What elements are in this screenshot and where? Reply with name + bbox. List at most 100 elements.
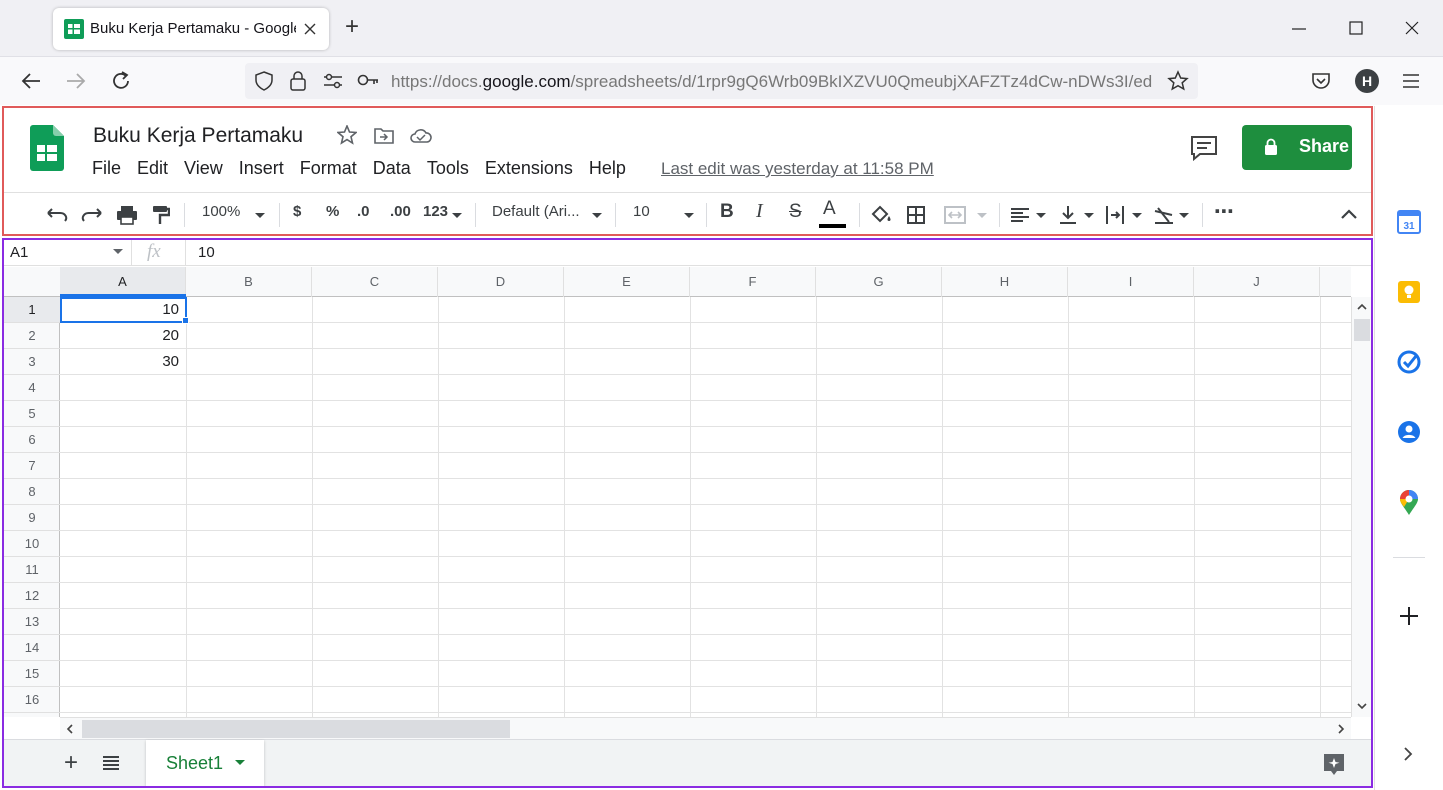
all-sheets-icon[interactable] (102, 756, 120, 770)
print-icon[interactable] (116, 205, 138, 225)
column-header-c[interactable]: C (312, 267, 438, 297)
row-header-13[interactable]: 13 (4, 609, 60, 635)
reload-icon[interactable] (111, 71, 131, 91)
menu-tools[interactable]: Tools (427, 158, 477, 182)
menu-data[interactable]: Data (373, 158, 419, 182)
sheets-logo-icon[interactable] (30, 125, 64, 171)
menu-hamburger-icon[interactable] (1402, 73, 1420, 89)
scroll-up-icon[interactable] (1357, 303, 1367, 310)
redo-icon[interactable] (81, 207, 103, 223)
vertical-scrollbar[interactable] (1351, 297, 1371, 717)
menu-format[interactable]: Format (300, 158, 365, 182)
chevron-down-icon[interactable] (452, 213, 462, 219)
menu-edit[interactable]: Edit (137, 158, 176, 182)
horizontal-align-icon[interactable] (1010, 207, 1030, 223)
row-header-1[interactable]: 1 (4, 297, 60, 323)
back-icon[interactable] (21, 72, 41, 90)
move-folder-icon[interactable] (374, 127, 394, 144)
formula-input[interactable]: 10 (198, 244, 215, 261)
vertical-scroll-thumb[interactable] (1354, 319, 1370, 341)
chevron-down-icon[interactable] (113, 249, 123, 255)
fill-color-icon[interactable] (870, 205, 892, 225)
column-header-h[interactable]: H (942, 267, 1068, 297)
italic-button[interactable]: I (756, 200, 763, 223)
column-header-a[interactable]: A (60, 267, 186, 297)
document-title[interactable]: Buku Kerja Pertamaku (93, 124, 303, 148)
more-options-button[interactable]: ⋯ (1214, 199, 1234, 224)
row-header-12[interactable]: 12 (4, 583, 60, 609)
chevron-down-icon[interactable] (1084, 213, 1094, 219)
window-close-icon[interactable] (1405, 21, 1419, 35)
row-header-8[interactable]: 8 (4, 479, 60, 505)
zoom-select[interactable]: 100% (202, 203, 240, 220)
horizontal-scrollbar[interactable] (60, 717, 1351, 739)
maximize-icon[interactable] (1349, 21, 1363, 35)
scroll-down-icon[interactable] (1357, 703, 1367, 710)
shield-icon[interactable] (255, 71, 273, 91)
column-header-e[interactable]: E (564, 267, 690, 297)
comments-icon[interactable] (1190, 135, 1218, 161)
cloud-status-icon[interactable] (410, 128, 432, 143)
column-header-i[interactable]: I (1068, 267, 1194, 297)
cell-a2[interactable]: 20 (60, 323, 182, 349)
name-box[interactable]: A1 (10, 244, 28, 261)
column-header-f[interactable]: F (690, 267, 816, 297)
scroll-right-icon[interactable] (1338, 724, 1345, 734)
scroll-left-icon[interactable] (66, 724, 73, 734)
lock-icon[interactable] (290, 71, 306, 91)
menu-extensions[interactable]: Extensions (485, 158, 581, 182)
chevron-down-icon[interactable] (1036, 213, 1046, 219)
row-header-16[interactable]: 16 (4, 687, 60, 713)
horizontal-scroll-thumb[interactable] (82, 720, 510, 738)
row-header-6[interactable]: 6 (4, 427, 60, 453)
decrease-decimal-button[interactable]: .0 (357, 203, 370, 220)
tasks-icon[interactable] (1397, 350, 1421, 374)
text-wrapping-icon[interactable] (1105, 205, 1125, 225)
column-header-j[interactable]: J (1194, 267, 1320, 297)
paint-format-icon[interactable] (152, 205, 170, 225)
url-text[interactable]: https://docs.google.com/spreadsheets/d/1… (391, 72, 1161, 92)
chevron-down-icon[interactable] (592, 213, 602, 219)
menu-help[interactable]: Help (589, 158, 634, 182)
permissions-icon[interactable] (323, 73, 343, 89)
row-header-14[interactable]: 14 (4, 635, 60, 661)
address-bar[interactable]: https://docs.google.com/spreadsheets/d/1… (245, 63, 1198, 99)
column-header-b[interactable]: B (186, 267, 312, 297)
currency-format-button[interactable]: $ (293, 203, 301, 220)
borders-icon[interactable] (907, 206, 925, 224)
undo-icon[interactable] (46, 207, 68, 223)
key-icon[interactable] (357, 73, 379, 87)
close-tab-icon[interactable] (304, 23, 316, 35)
chevron-down-icon[interactable] (1179, 213, 1189, 219)
chevron-down-icon[interactable] (255, 213, 265, 219)
add-addon-icon[interactable] (1399, 606, 1419, 626)
fill-handle[interactable] (182, 317, 189, 324)
column-header-d[interactable]: D (438, 267, 564, 297)
chevron-down-icon[interactable] (235, 760, 245, 766)
row-header-10[interactable]: 10 (4, 531, 60, 557)
star-icon[interactable] (337, 125, 357, 145)
row-header-15[interactable]: 15 (4, 661, 60, 687)
vertical-align-icon[interactable] (1059, 205, 1077, 225)
row-header-11[interactable]: 11 (4, 557, 60, 583)
chevron-down-icon[interactable] (1132, 213, 1142, 219)
keep-icon[interactable] (1397, 280, 1421, 304)
cell-a3[interactable]: 30 (60, 349, 182, 375)
row-header-5[interactable]: 5 (4, 401, 60, 427)
browser-tab[interactable]: Buku Kerja Pertamaku - Google (53, 8, 329, 50)
row-header-4[interactable]: 4 (4, 375, 60, 401)
pocket-icon[interactable] (1311, 71, 1331, 91)
menu-insert[interactable]: Insert (239, 158, 292, 182)
increase-decimal-button[interactable]: .00 (390, 203, 411, 220)
collapse-toolbar-icon[interactable] (1341, 209, 1357, 219)
strikethrough-button[interactable]: S (789, 201, 802, 223)
row-header-9[interactable]: 9 (4, 505, 60, 531)
add-sheet-button[interactable]: + (64, 749, 78, 777)
menu-file[interactable]: File (92, 158, 129, 182)
row-header-7[interactable]: 7 (4, 453, 60, 479)
text-rotation-icon[interactable] (1153, 205, 1175, 225)
minimize-icon[interactable] (1292, 22, 1306, 36)
cell-grid[interactable]: 10 20 30 (60, 297, 1351, 717)
browser-profile-avatar[interactable]: H (1355, 69, 1379, 93)
percent-format-button[interactable]: % (326, 203, 339, 220)
